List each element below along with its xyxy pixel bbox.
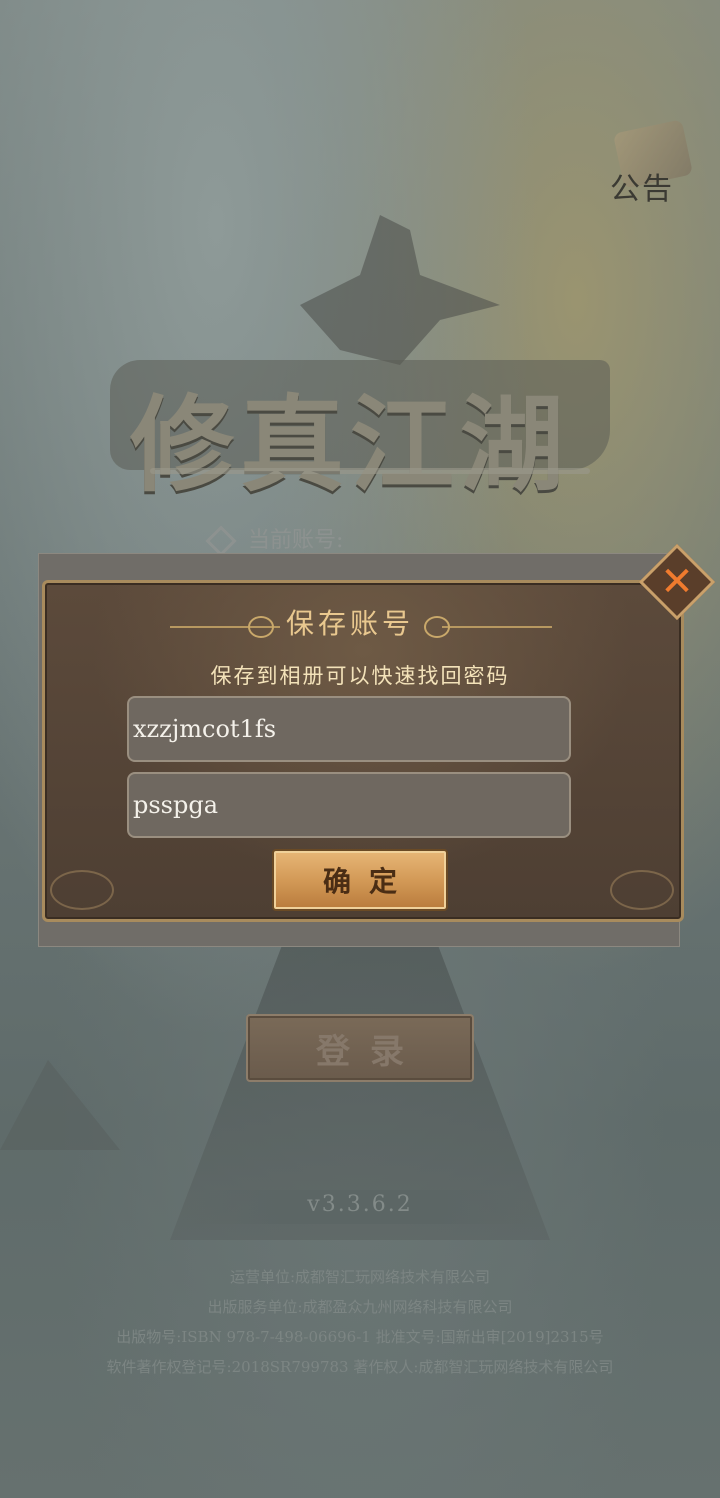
confirm-button[interactable]: 确定 bbox=[272, 849, 448, 911]
cloud-ornament-right bbox=[610, 870, 674, 910]
dialog-subtitle: 保存到相册可以快速找回密码 bbox=[210, 664, 510, 688]
cloud-ornament-left bbox=[50, 870, 114, 910]
account-field[interactable] bbox=[127, 696, 571, 762]
game-logo: 修真江湖 bbox=[110, 340, 610, 506]
version-text: v3.3.6.2 bbox=[307, 1192, 413, 1217]
password-field[interactable] bbox=[127, 772, 571, 838]
logo-title: 修真江湖 bbox=[130, 383, 571, 506]
footer-isbn: 出版物号:ISBN 978-7-498-06696-1 批准文号:国新出审[20… bbox=[116, 1328, 604, 1346]
current-account-label: 当前账号: bbox=[205, 522, 344, 557]
logo-sword bbox=[150, 468, 590, 474]
dialog-title: 保存账号 bbox=[285, 607, 414, 640]
footer-publisher: 出版服务单位:成都盈众九州网络科技有限公司 bbox=[207, 1298, 513, 1316]
title-divider-right bbox=[442, 626, 552, 628]
login-button[interactable]: 登录 bbox=[246, 1014, 474, 1082]
notice-label: 公告 bbox=[610, 172, 674, 207]
footer-copyright: 软件著作权登记号:2018SR799783 著作权人:成都智汇玩网络技术有限公司 bbox=[106, 1358, 614, 1376]
notice-button[interactable]: 公告 bbox=[606, 119, 696, 212]
current-account-text: 当前账号: bbox=[248, 528, 344, 553]
diamond-icon bbox=[205, 525, 237, 557]
close-icon[interactable]: ✕ bbox=[650, 555, 704, 609]
footer-operator: 运营单位:成都智汇玩网络技术有限公司 bbox=[229, 1268, 491, 1286]
